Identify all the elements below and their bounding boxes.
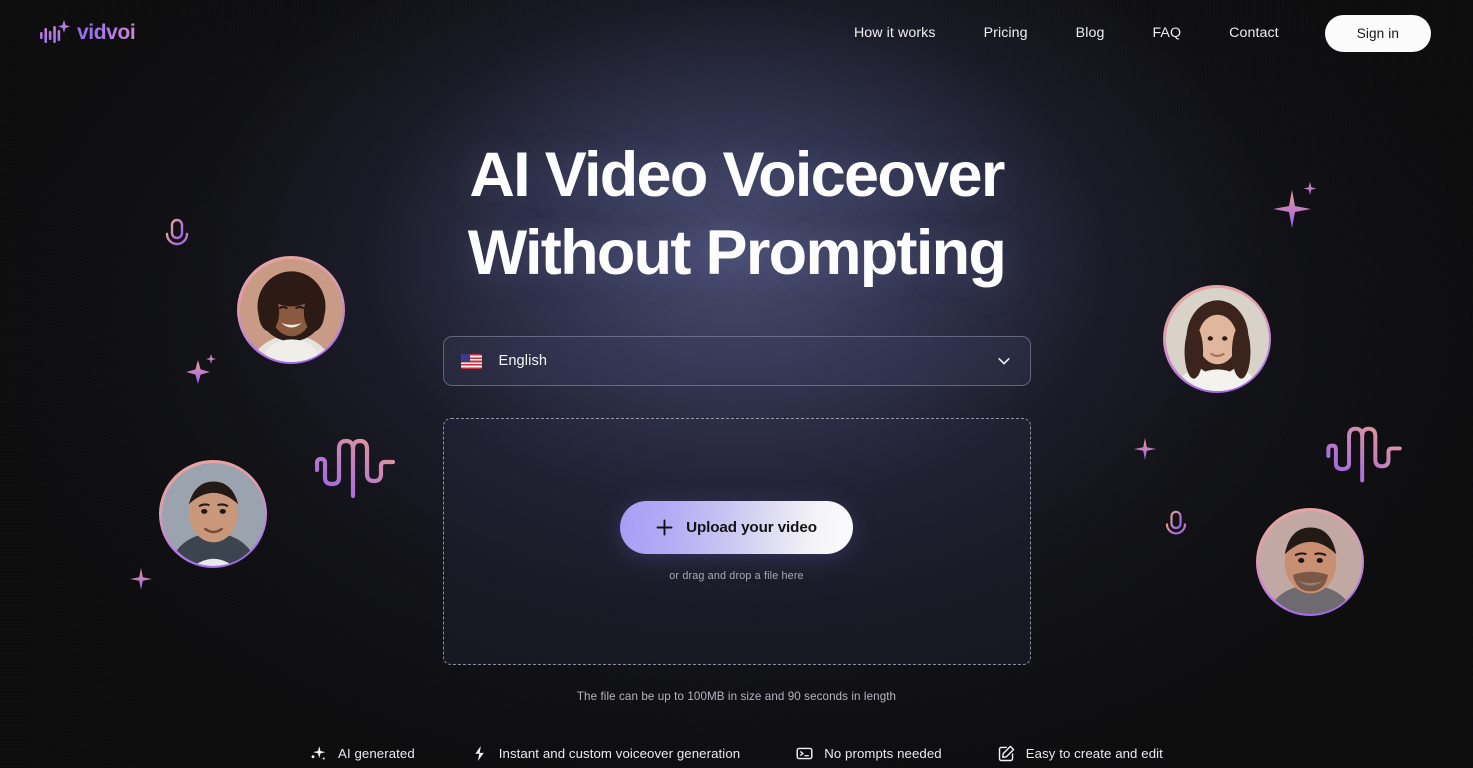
waveform-sparkle-icon	[40, 20, 70, 43]
feature-item-ai-generated: AI generated	[282, 745, 443, 762]
microphone-decoration-right	[1163, 510, 1189, 551]
portrait-illustration	[161, 462, 265, 566]
page-title: AI Video Voiceover Without Prompting	[467, 136, 1007, 292]
pencil-square-icon	[998, 745, 1015, 762]
sparkle-decoration-bottom-left	[130, 568, 152, 595]
upload-video-button[interactable]: Upload your video	[620, 501, 853, 554]
portrait-illustration	[239, 258, 343, 362]
upload-video-button-label: Upload your video	[686, 519, 817, 536]
avatar-image	[1258, 510, 1362, 614]
waveform-icon	[1326, 426, 1402, 483]
avatar-decoration-3	[1163, 285, 1271, 393]
nav-link-pricing[interactable]: Pricing	[960, 17, 1052, 49]
avatar-decoration-2	[159, 460, 267, 568]
feature-label: No prompts needed	[824, 746, 942, 761]
plus-icon	[656, 519, 673, 536]
feature-list: AI generated Instant and custom voiceove…	[282, 745, 1191, 762]
chevron-down-icon	[997, 357, 1010, 365]
sparkle-icon	[130, 568, 152, 590]
avatar-decoration-4	[1256, 508, 1364, 616]
nav-link-how-it-works[interactable]: How it works	[830, 17, 960, 49]
microphone-icon	[165, 218, 189, 257]
avatar-image	[239, 258, 343, 362]
brand-logo[interactable]: vidvoi	[40, 20, 136, 46]
avatar-decoration-1	[237, 256, 345, 364]
feature-label: Instant and custom voiceover generation	[498, 746, 741, 761]
sparkle-icon	[186, 354, 216, 384]
avatar-image	[1165, 287, 1269, 391]
sparkle-icon	[1273, 182, 1317, 228]
file-limit-note: The file can be up to 100MB in size and …	[576, 690, 897, 703]
sparkle-decoration-top-right	[1272, 182, 1318, 233]
sparkle-decoration-left	[185, 352, 219, 391]
brand-name: vidvoi	[77, 21, 136, 44]
us-flag-icon	[460, 353, 482, 369]
avatar-image	[161, 462, 265, 566]
terminal-prompt-icon	[796, 747, 813, 760]
drag-and-drop-hint: or drag and drop a file here	[669, 570, 804, 582]
sparkle-decoration-mid-right	[1134, 438, 1156, 465]
nav-link-faq[interactable]: FAQ	[1128, 17, 1205, 49]
feature-label: Easy to create and edit	[1025, 746, 1163, 761]
main-navigation: How it works Pricing Blog FAQ Contact Si…	[830, 14, 1431, 52]
lightning-bolt-icon	[475, 745, 484, 762]
waveform-icon	[314, 438, 396, 499]
file-dropzone[interactable]: Upload your video or drag and drop a fil…	[442, 418, 1031, 665]
nav-link-blog[interactable]: Blog	[1052, 17, 1129, 49]
feature-item-instant-generation: Instant and custom voiceover generation	[443, 745, 768, 762]
feature-item-easy-to-edit: Easy to create and edit	[970, 745, 1191, 762]
sign-in-button[interactable]: Sign in	[1324, 14, 1431, 52]
waveform-decoration-left	[314, 436, 397, 507]
sparkle-icon	[311, 746, 326, 760]
portrait-illustration	[1258, 510, 1362, 614]
microphone-decoration-left	[163, 218, 191, 263]
waveform-decoration-right	[1326, 424, 1404, 491]
headline-line-2: Without Prompting	[467, 218, 1007, 288]
language-select[interactable]: English	[442, 336, 1031, 386]
language-select-value: English	[498, 353, 548, 369]
feature-item-no-prompts: No prompts needed	[768, 745, 970, 762]
nav-link-contact[interactable]: Contact	[1205, 17, 1303, 49]
site-header: vidvoi How it works Pricing Blog FAQ Con…	[0, 0, 1473, 66]
microphone-icon	[1165, 510, 1187, 545]
sparkle-icon	[1134, 438, 1156, 460]
portrait-illustration	[1165, 287, 1269, 391]
feature-label: AI generated	[338, 746, 415, 761]
headline-line-1: AI Video Voiceover	[469, 140, 1005, 210]
